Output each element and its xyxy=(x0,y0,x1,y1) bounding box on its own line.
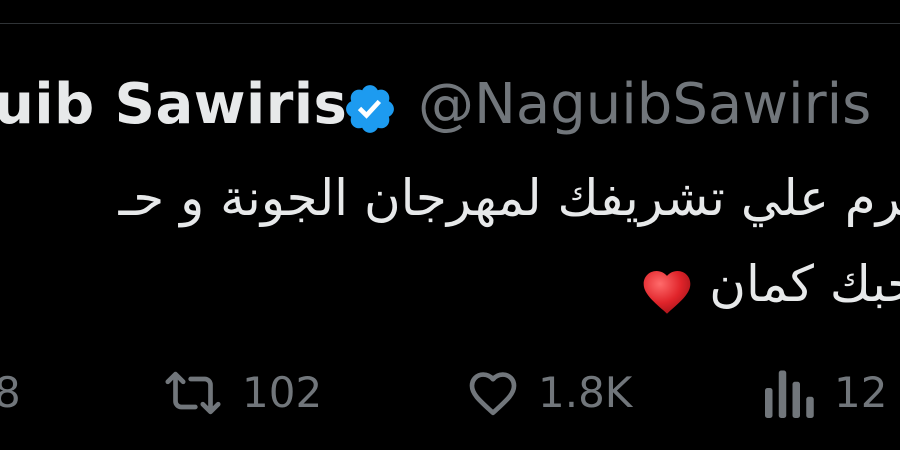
red-heart-emoji-icon xyxy=(639,260,695,316)
tweet-header: uib Sawiris @NaguibSawiris xyxy=(0,70,900,140)
verified-badge-icon[interactable] xyxy=(342,81,398,137)
reply-action[interactable]: 8 xyxy=(0,358,21,428)
heart-outline-icon xyxy=(462,365,524,421)
views-action[interactable]: 12 xyxy=(760,358,887,428)
tweet-line-1: ـرم علي تشريفك لمهرجان الجونة و حـ xyxy=(118,169,900,227)
author-handle[interactable]: @NaguibSawiris xyxy=(418,70,871,140)
analytics-bar-icon xyxy=(760,363,820,423)
retweet-count: 102 xyxy=(242,368,323,417)
like-action[interactable]: 1.8K xyxy=(462,358,632,428)
views-count: 12 xyxy=(834,368,888,417)
top-divider xyxy=(0,23,900,24)
tweet-line-2: حبك كمان xyxy=(0,241,900,327)
author-display-name[interactable]: uib Sawiris xyxy=(0,70,347,140)
tweet-text: ـرم علي تشريفك لمهرجان الجونة و حـ حبك ك… xyxy=(0,155,900,327)
like-count: 1.8K xyxy=(538,368,633,417)
retweet-icon xyxy=(158,365,228,421)
reply-count: 8 xyxy=(0,368,21,417)
retweet-action[interactable]: 102 xyxy=(158,358,322,428)
tweet-line-2-text: حبك كمان xyxy=(709,255,900,313)
tweet-actions: 8 102 1.8K 12 xyxy=(0,358,900,428)
